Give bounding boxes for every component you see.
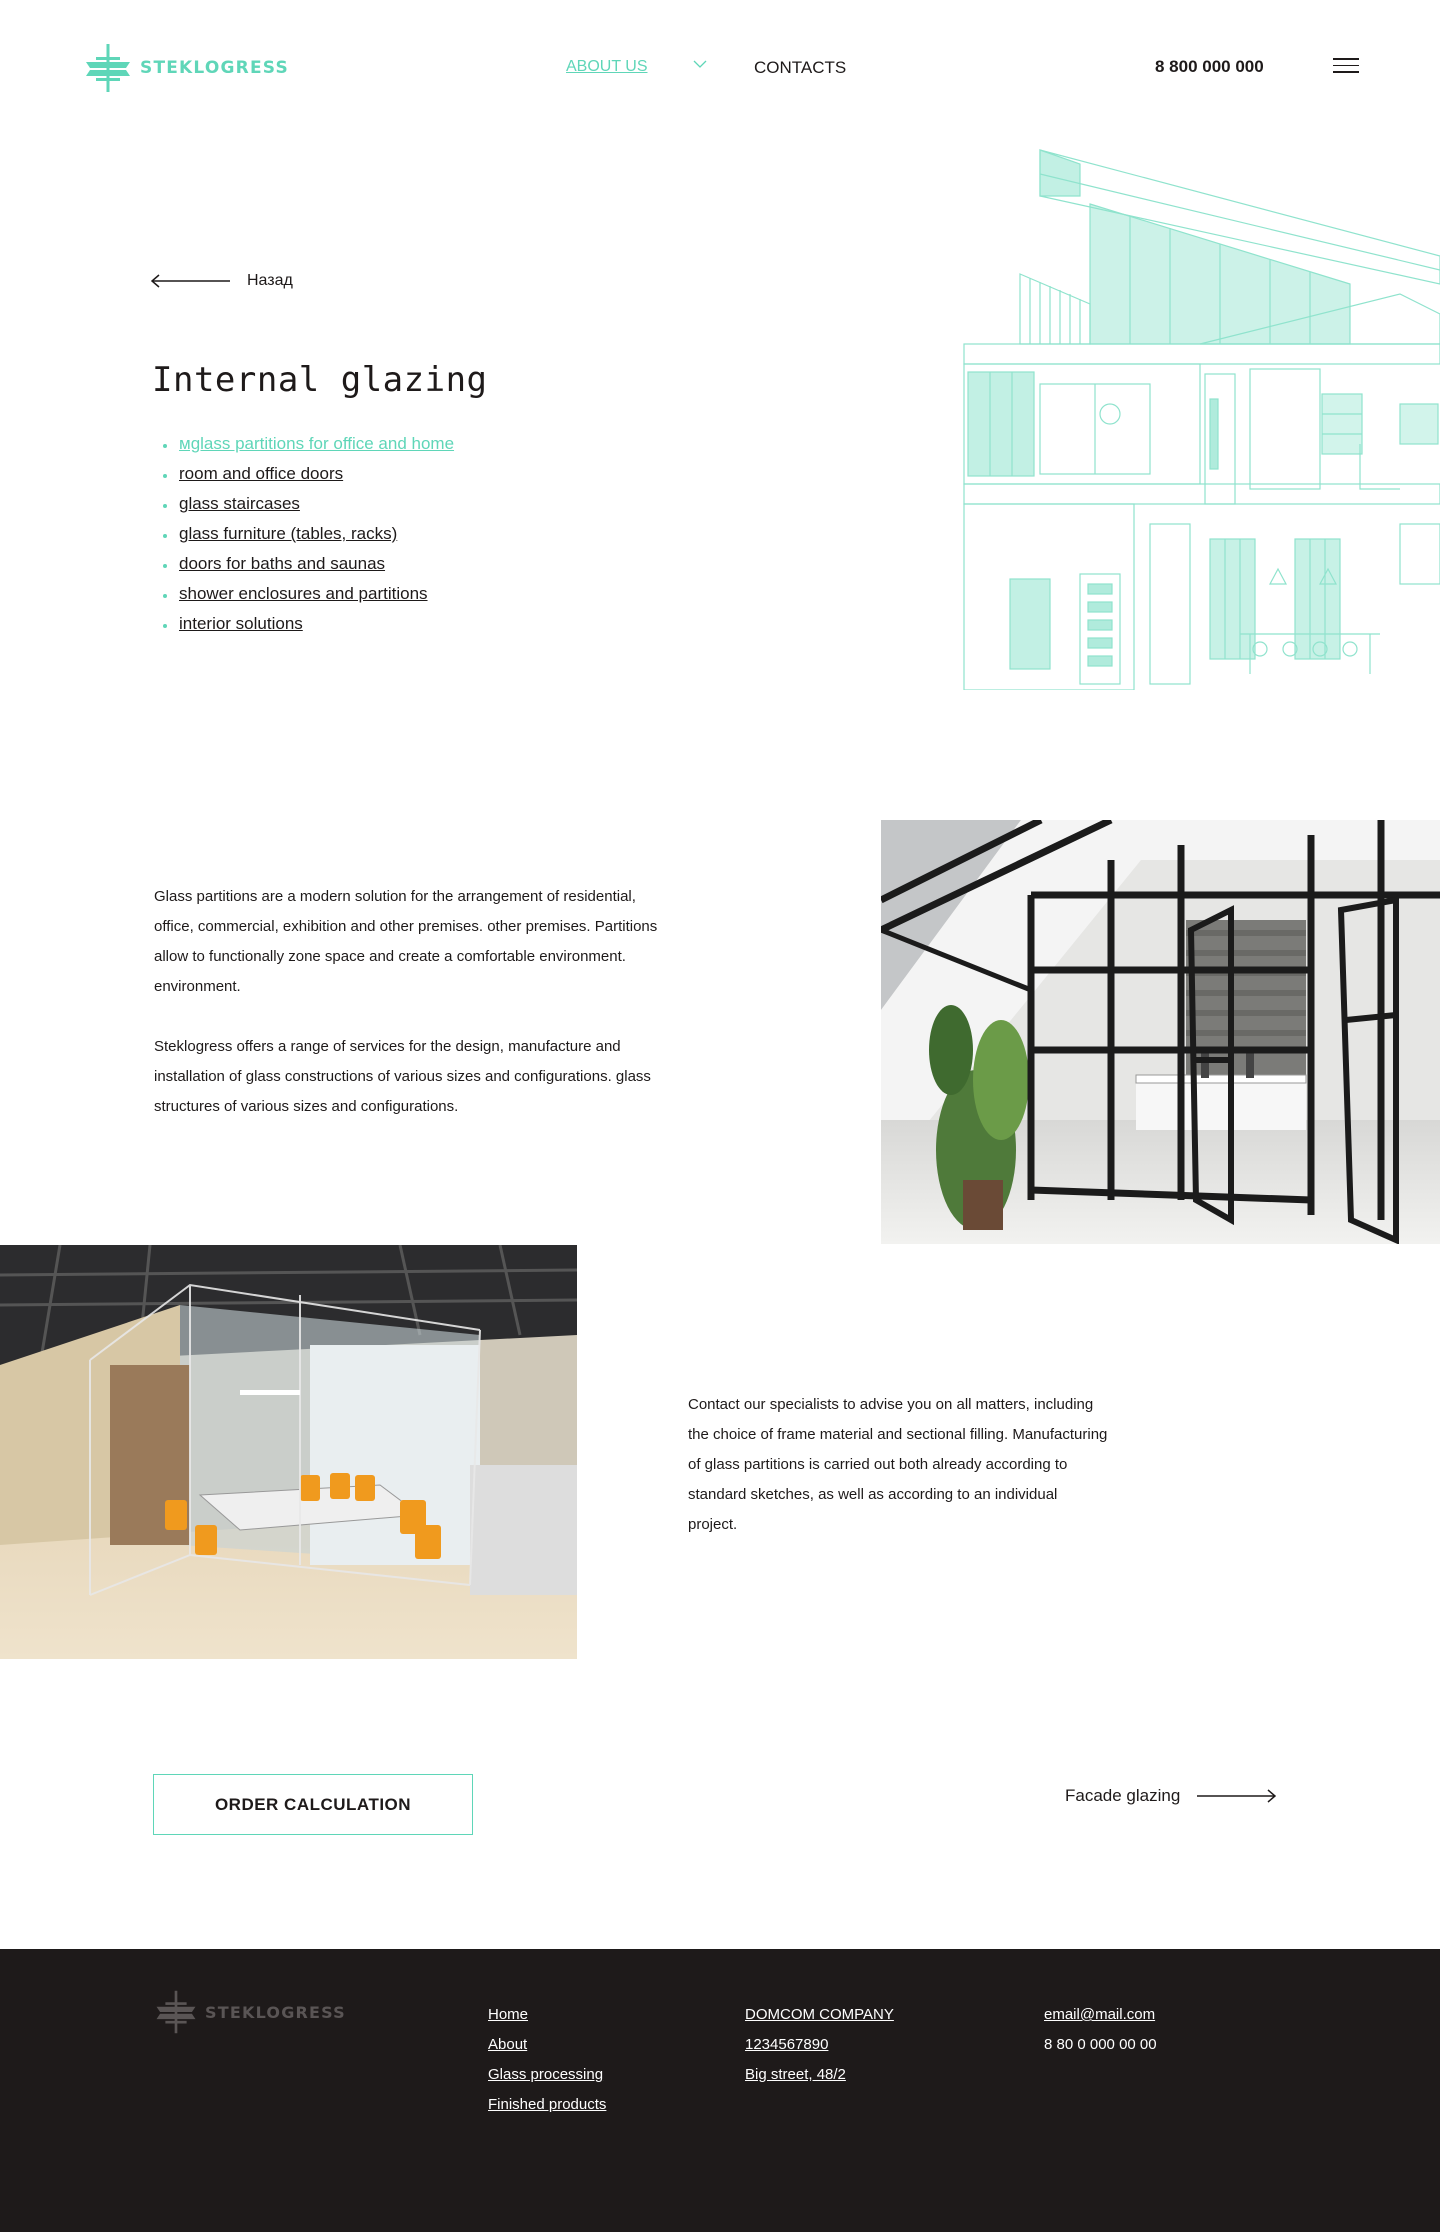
footer-company-address[interactable]: Big street, 48/2 (745, 2066, 846, 2083)
meeting-room-photo (0, 1245, 577, 1659)
footer-link-glass-processing[interactable]: Glass processing (488, 2066, 603, 2083)
service-link[interactable]: doors for baths and saunas (179, 554, 385, 573)
office-attic-photo (881, 820, 1440, 1244)
footer-contacts: email@mail.com 8 80 0 000 00 00 (1044, 2006, 1157, 2066)
footer-link-about[interactable]: About (488, 2036, 527, 2053)
paragraph-services: Steklogress offers a range of services f… (154, 1038, 651, 1115)
next-page-label: Facade glazing (1065, 1786, 1181, 1805)
next-page-link[interactable]: Facade glazing (1065, 1786, 1277, 1806)
order-calculation-button[interactable]: ORDER CALCULATION (153, 1774, 473, 1835)
list-item: interior solutions (163, 614, 454, 644)
back-link[interactable]: Назад (151, 272, 293, 290)
footer-company: DOMCOM COMPANY 1234567890 Big street, 48… (745, 2006, 894, 2096)
footer-company-name[interactable]: DOMCOM COMPANY (745, 2006, 894, 2023)
nav-contacts[interactable]: CONTACTS (754, 58, 846, 78)
logo-icon (156, 1990, 196, 2034)
back-label: Назад (247, 272, 293, 289)
list-item: room and office doors (163, 464, 454, 494)
list-item: мglass partitions for office and home (163, 434, 454, 464)
footer-phone: 8 80 0 000 00 00 (1044, 2036, 1157, 2053)
chevron-down-icon[interactable] (693, 60, 707, 69)
footer-logo-text: STEKLOGRESS (205, 2002, 346, 2022)
nav-about-us[interactable]: ABOUT US (566, 58, 648, 76)
menu-icon[interactable] (1333, 58, 1359, 74)
service-link[interactable]: glass staircases (179, 494, 300, 513)
arrow-right-icon (1197, 1789, 1277, 1803)
site-header: STEKLOGRESS ABOUT US CONTACTS 8 800 000 … (0, 0, 1440, 140)
service-link[interactable]: мglass partitions for office and home (179, 434, 454, 453)
list-item: shower enclosures and partitions (163, 584, 454, 614)
logo-text: STEKLOGRESS (140, 58, 289, 78)
paragraph-contact: Contact our specialists to advise you on… (688, 1396, 1108, 1533)
footer-nav: Home About Glass processing Finished pro… (488, 2006, 606, 2126)
list-item: glass staircases (163, 494, 454, 524)
footer-company-id[interactable]: 1234567890 (745, 2036, 828, 2053)
page-title: Internal glazing (152, 360, 488, 400)
footer-email[interactable]: email@mail.com (1044, 2006, 1155, 2023)
paragraph-intro: Glass partitions are a modern solution f… (154, 888, 658, 995)
logo-icon (86, 44, 130, 92)
footer-link-home[interactable]: Home (488, 2006, 528, 2023)
service-link[interactable]: interior solutions (179, 614, 303, 633)
logo[interactable]: STEKLOGRESS (82, 42, 289, 94)
service-link[interactable]: glass furniture (tables, racks) (179, 524, 397, 543)
site-footer: STEKLOGRESS Home About Glass processing … (0, 1949, 1440, 2232)
list-item: glass furniture (tables, racks) (163, 524, 454, 554)
list-item: doors for baths and saunas (163, 554, 454, 584)
service-link[interactable]: room and office doors (179, 464, 343, 483)
arrow-left-icon (151, 274, 230, 288)
house-illustration (963, 149, 1440, 690)
footer-logo[interactable]: STEKLOGRESS (153, 1989, 346, 2035)
footer-link-finished-products[interactable]: Finished products (488, 2096, 606, 2113)
header-phone[interactable]: 8 800 000 000 (1155, 57, 1264, 77)
service-link[interactable]: shower enclosures and partitions (179, 584, 428, 603)
services-list: мglass partitions for office and home ro… (163, 434, 454, 644)
